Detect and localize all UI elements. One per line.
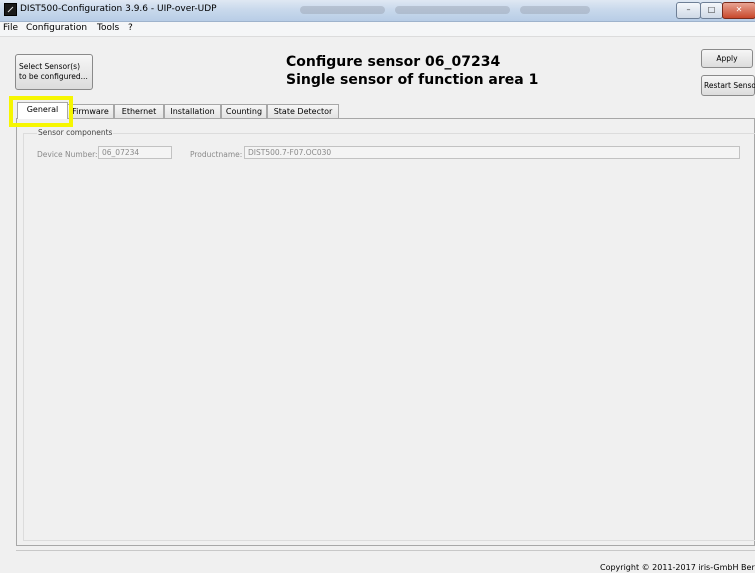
select-sensor-button[interactable]: Select Sensor(s) to be configured... (15, 54, 93, 90)
highlight-box (9, 96, 73, 127)
app-icon (4, 3, 17, 16)
close-button[interactable]: ✕ (722, 2, 755, 19)
select-sensor-button-line1: Select Sensor(s) (19, 62, 80, 71)
productname-field[interactable]: DIST500.7-F07.OC030 (244, 146, 740, 159)
blurred-area (520, 6, 590, 14)
tab-ethernet[interactable]: Ethernet (114, 104, 164, 118)
productname-label: Productname: (190, 150, 243, 159)
sensor-components-group (23, 133, 755, 541)
menu-configuration[interactable]: Configuration (26, 23, 87, 33)
tab-state-detector[interactable]: State Detector (267, 104, 339, 118)
blurred-area (300, 6, 385, 14)
group-title: Sensor components (37, 128, 114, 137)
tab-installation[interactable]: Installation (164, 104, 221, 118)
menu-tools[interactable]: Tools (97, 23, 119, 33)
device-number-field[interactable]: 06_07234 (98, 146, 172, 159)
divider (16, 550, 755, 551)
maximize-button[interactable]: □ (700, 2, 723, 19)
copyright-text: Copyright © 2011-2017 iris-GmbH Berl (600, 563, 755, 572)
apply-button[interactable]: Apply (701, 49, 753, 68)
menu-help[interactable]: ? (128, 23, 133, 33)
page-title: Configure sensor 06_07234 (286, 54, 501, 70)
menu-bar: File Configuration Tools ? (0, 22, 755, 37)
page-subtitle: Single sensor of function area 1 (286, 72, 539, 88)
tab-firmware[interactable]: Firmware (67, 104, 114, 118)
tab-counting[interactable]: Counting (221, 104, 267, 118)
restart-sensor-button[interactable]: Restart Sensor (701, 75, 755, 96)
device-number-label: Device Number: (37, 150, 98, 159)
select-sensor-button-line2: to be configured... (19, 72, 88, 81)
blurred-area (395, 6, 510, 14)
minimize-button[interactable]: – (676, 2, 701, 19)
menu-file[interactable]: File (3, 23, 18, 33)
window-title: DIST500-Configuration 3.9.6 - UIP-over-U… (20, 4, 217, 14)
title-bar[interactable]: DIST500-Configuration 3.9.6 - UIP-over-U… (0, 0, 755, 22)
